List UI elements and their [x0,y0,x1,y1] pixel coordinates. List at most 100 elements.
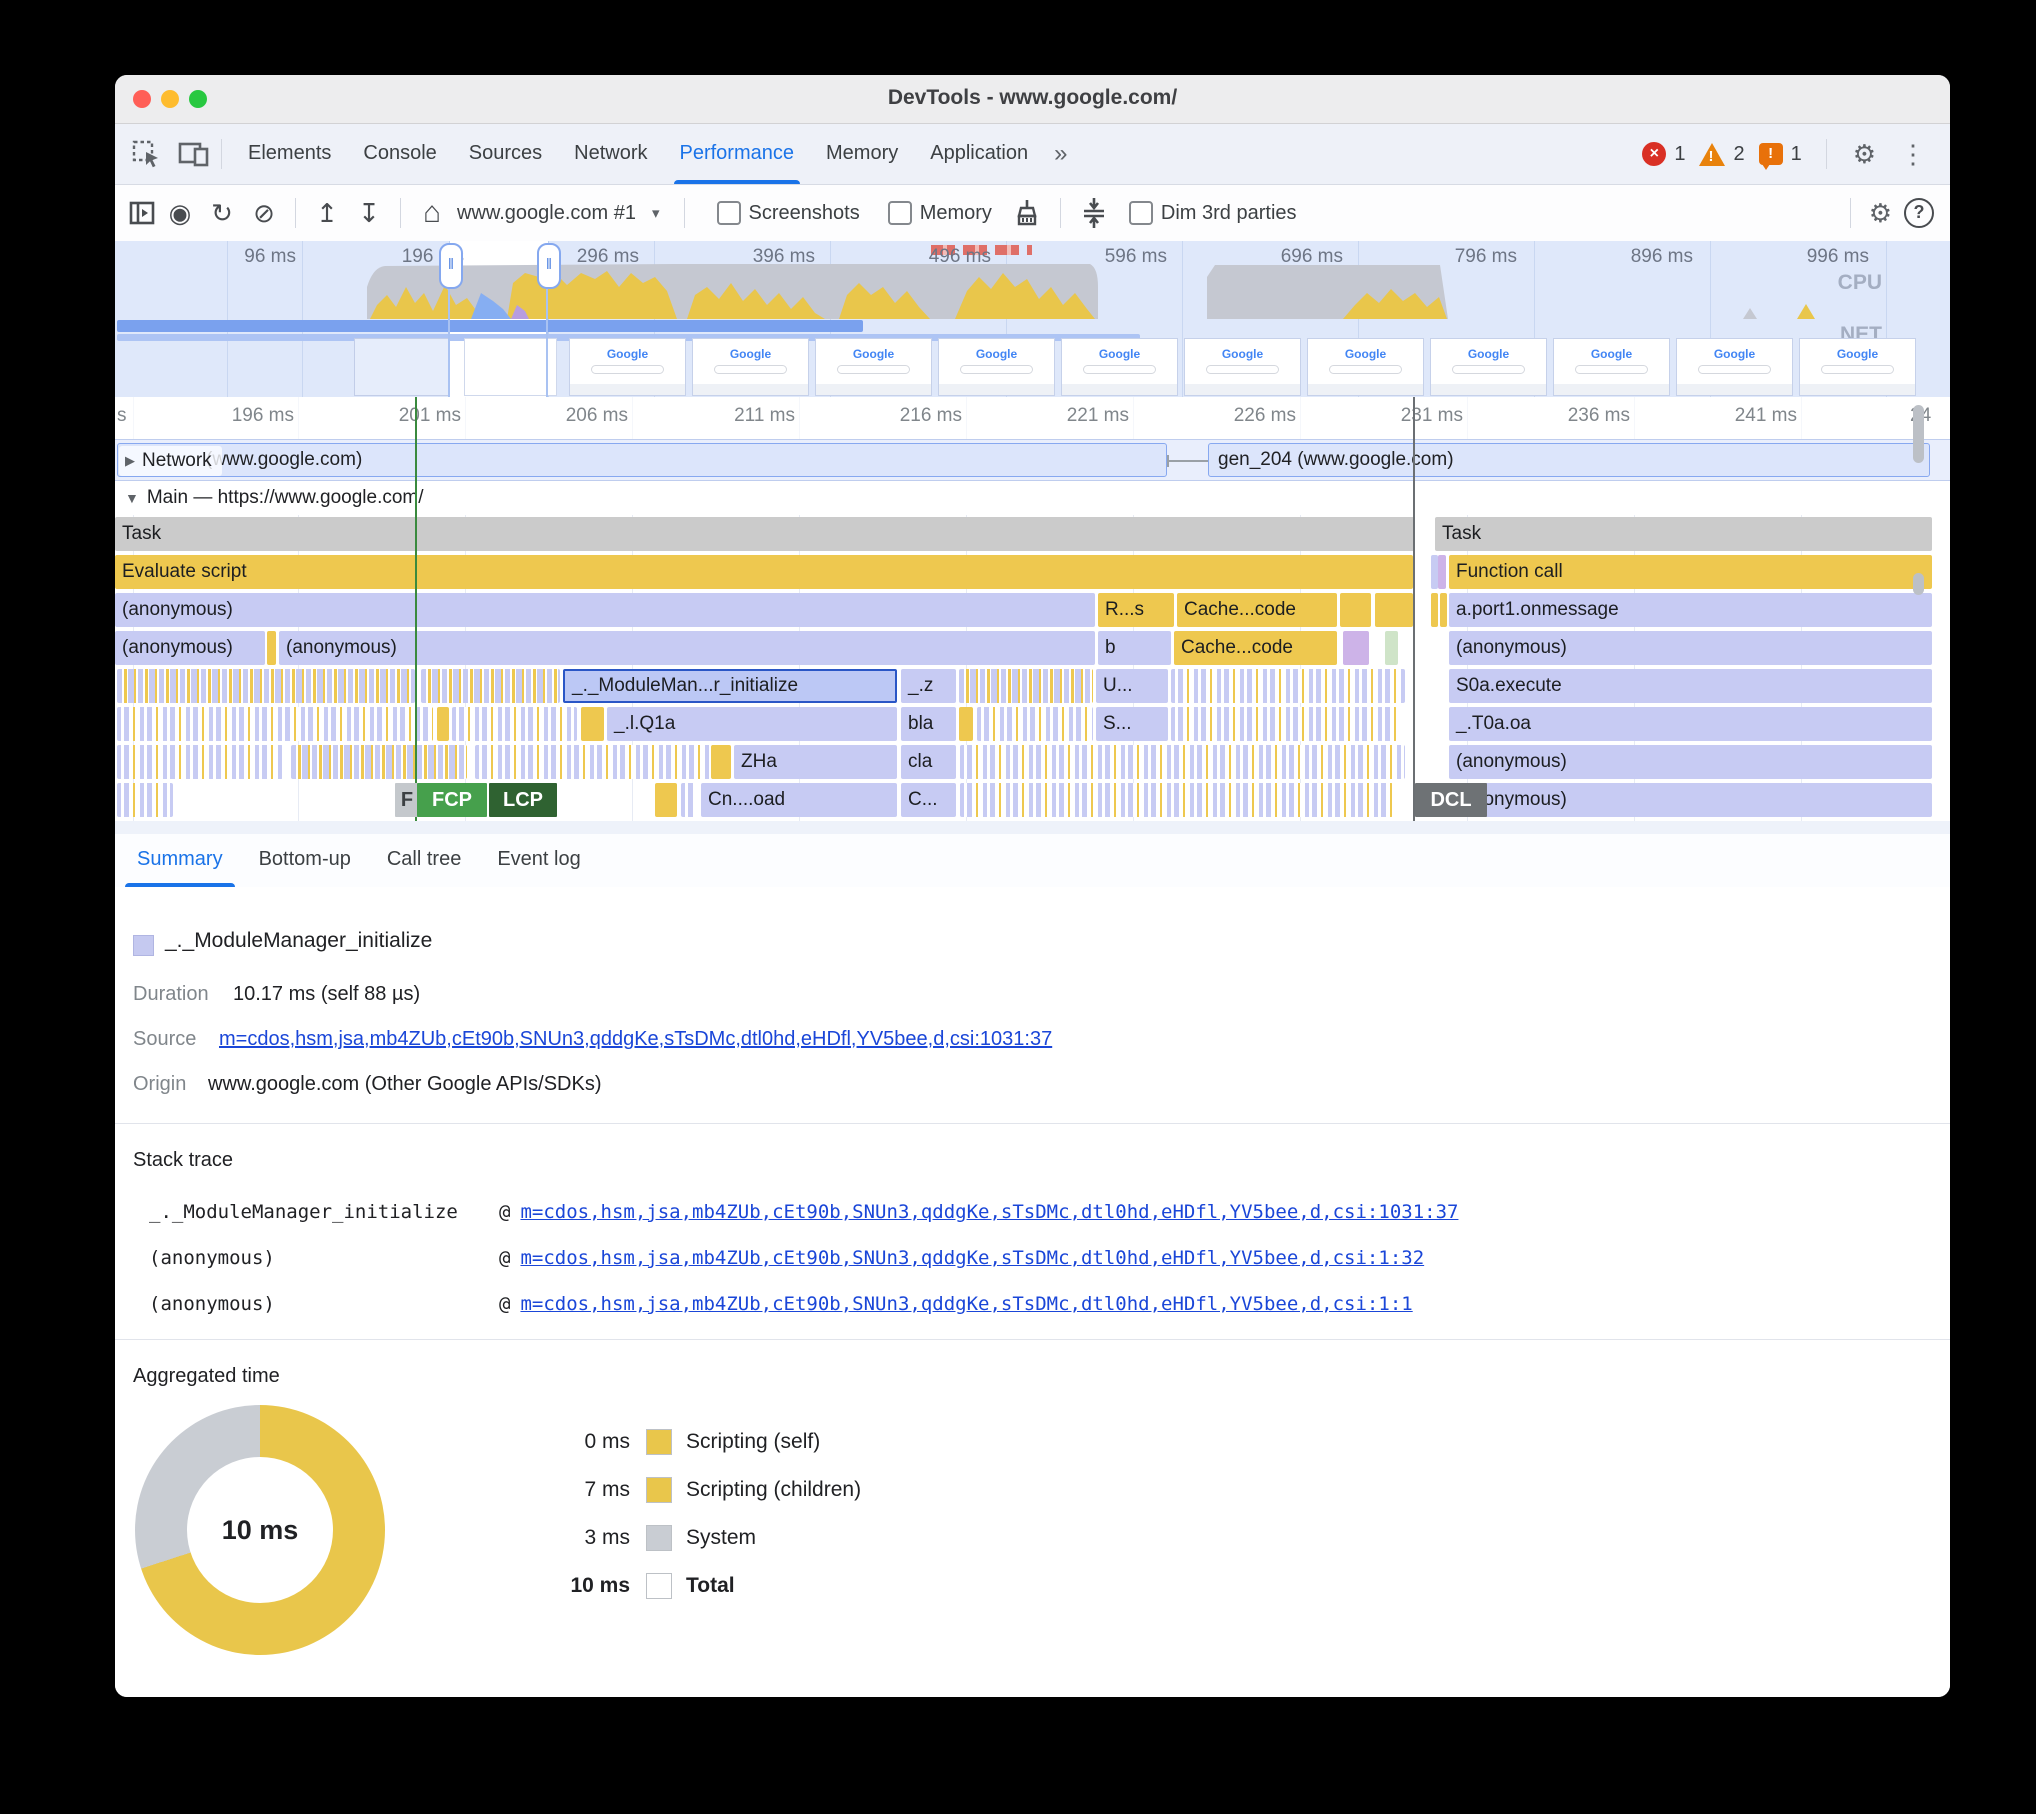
flame-cache-code[interactable]: Cache...code [1177,593,1337,627]
flame-slivers[interactable] [117,707,433,741]
flame-sliver[interactable] [655,783,677,817]
filmstrip-thumbnail[interactable]: Google [1430,338,1547,396]
network-track-header[interactable]: ▶ Network [119,446,222,476]
filmstrip-thumbnail[interactable]: Google [1676,338,1793,396]
stack-frame-link[interactable]: m=cdos,hsm,jsa,mb4ZUb,cEt90b,SNUn3,qddgK… [520,1201,1458,1223]
tab-call-tree[interactable]: Call tree [369,834,479,887]
flame-slivers[interactable] [452,707,577,741]
dim-3rd-parties-checkbox[interactable] [1129,201,1153,225]
flame-anonymous[interactable]: (anonymous) [115,593,1095,627]
flame-slivers[interactable] [977,707,1093,741]
error-icon[interactable]: × [1642,142,1666,166]
flame-u[interactable]: U... [1096,669,1168,703]
flame-sliver[interactable] [1431,555,1438,589]
vertical-scrollbar[interactable] [1913,573,1924,595]
flame-sliver[interactable] [959,707,973,741]
flame-z[interactable]: _.z [901,669,956,703]
toggle-sidebar-icon[interactable] [125,196,159,230]
flame-zha[interactable]: ZHa [734,745,897,779]
stack-frame-link[interactable]: m=cdos,hsm,jsa,mb4ZUb,cEt90b,SNUn3,qddgK… [520,1247,1424,1269]
marker-hidden-fragment[interactable]: F [395,783,419,817]
main-thread-header[interactable]: ▼ Main — https://www.google.com/ [115,481,1950,515]
flame-slivers[interactable] [1171,669,1405,703]
disclosure-closed-icon[interactable]: ▶ [125,453,135,469]
filmstrip-thumbnail[interactable]: Google [692,338,809,396]
flame-anonymous[interactable]: (anonymous) [1449,745,1932,779]
filmstrip-thumbnail[interactable]: Google [1061,338,1178,396]
flame-slivers[interactable] [960,783,1393,817]
flame-sliver[interactable] [1375,593,1413,627]
flame-s0a-execute[interactable]: S0a.execute [1449,669,1932,703]
flame-slivers[interactable] [117,783,173,817]
flame-module-initialize-selected[interactable]: _._ModuleMan...r_initialize [563,669,897,703]
kebab-menu-icon[interactable]: ⋮ [1892,139,1934,170]
flame-cache-code[interactable]: Cache...code [1174,631,1337,665]
flame-sliver[interactable] [1385,631,1398,665]
flame-sliver[interactable] [711,745,731,779]
history-select[interactable]: www.google.com #1 [457,202,636,225]
flame-onmessage[interactable]: a.port1.onmessage [1449,593,1932,627]
tab-elements[interactable]: Elements [232,124,347,184]
tab-event-log[interactable]: Event log [479,834,598,887]
tab-bottom-up[interactable]: Bottom-up [241,834,369,887]
filmstrip-blank-frame[interactable] [464,338,557,396]
screenshots-checkbox[interactable] [717,201,741,225]
record-icon[interactable]: ◉ [159,198,201,229]
filmstrip-thumbnail[interactable]: Google [815,338,932,396]
flame-sliver[interactable] [1343,631,1369,665]
more-tabs-icon[interactable]: » [1044,140,1077,168]
flame-slivers[interactable] [959,669,1093,703]
flame-slivers[interactable] [1171,707,1397,741]
flame-slivers[interactable] [681,783,697,817]
issues-icon[interactable]: ! [1759,143,1783,165]
flame-sliver[interactable] [437,707,449,741]
tab-summary[interactable]: Summary [119,834,241,887]
filmstrip-thumbnail[interactable]: Google [1184,338,1301,396]
upload-profile-icon[interactable]: ↥ [306,198,348,229]
flame-b[interactable]: b [1098,631,1171,665]
tab-memory[interactable]: Memory [810,124,914,184]
flame-anonymous[interactable]: (anonymous) [1449,783,1932,817]
flame-slivers[interactable] [475,745,727,779]
collapse-sanity-icon[interactable] [1077,196,1111,230]
flame-slivers[interactable] [421,669,560,703]
tab-console[interactable]: Console [347,124,452,184]
chevron-down-icon[interactable]: ▾ [652,204,660,222]
flame-task[interactable]: Task [115,517,1415,551]
network-track[interactable]: (www.google.com) gen_204 (www.google.com… [115,439,1950,481]
flame-anonymous[interactable]: (anonymous) [115,631,265,665]
flame-anonymous[interactable]: (anonymous) [1449,631,1932,665]
flame-task[interactable]: Task [1435,517,1932,551]
detail-ruler[interactable]: s 196 ms 201 ms 206 ms 211 ms 216 ms 221… [115,397,1950,439]
marker-lcp-badge[interactable]: LCP [489,783,557,817]
flame-s[interactable]: S... [1096,707,1168,741]
garbage-collect-icon[interactable] [1010,196,1044,230]
filmstrip-thumbnail[interactable]: Google [938,338,1055,396]
flame-t0a[interactable]: _.T0a.oa [1449,707,1932,741]
flame-evaluate-script[interactable]: Evaluate script [115,555,1413,589]
tab-performance[interactable]: Performance [664,124,811,184]
tab-sources[interactable]: Sources [453,124,558,184]
network-request-gen204[interactable]: gen_204 (www.google.com) [1208,443,1930,477]
filmstrip-empty-frame[interactable] [354,338,449,396]
timeline-overview[interactable]: 96 ms 196 ms 296 ms 396 ms 496 ms 596 ms… [115,241,1950,397]
warning-icon[interactable]: ! [1699,143,1725,166]
flame-sliver[interactable] [267,631,276,665]
flame-slivers[interactable] [291,745,467,779]
selection-left-handle[interactable]: ‖ [439,243,463,289]
flame-sliver[interactable] [1438,555,1446,589]
vertical-scrollbar[interactable] [1913,405,1924,463]
flame-r-s[interactable]: R...s [1098,593,1174,627]
flame-slivers[interactable] [117,745,283,779]
flame-bla[interactable]: bla [901,707,956,741]
flame-anonymous[interactable]: (anonymous) [279,631,1095,665]
reload-record-icon[interactable]: ↻ [201,198,243,229]
clear-icon[interactable]: ⊘ [243,198,285,229]
timeline-detail-area[interactable]: s 196 ms 201 ms 206 ms 211 ms 216 ms 221… [115,397,1950,821]
flame-c[interactable]: C... [901,783,956,817]
flame-sliver[interactable] [581,707,604,741]
source-link[interactable]: m=cdos,hsm,jsa,mb4ZUb,cEt90b,SNUn3,qddgK… [219,1028,1052,1051]
inspect-element-icon[interactable] [129,137,163,171]
memory-checkbox[interactable] [888,201,912,225]
tab-application[interactable]: Application [914,124,1044,184]
